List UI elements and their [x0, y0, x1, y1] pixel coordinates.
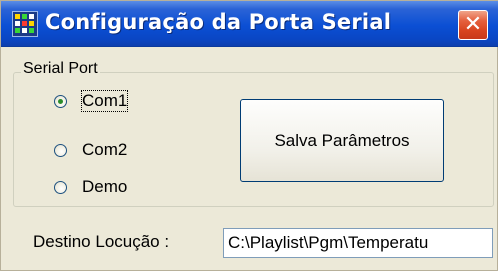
close-button[interactable]: ✕: [458, 10, 488, 40]
radio-com1-indicator[interactable]: [54, 94, 67, 108]
window-title: Configuração da Porta Serial: [45, 10, 392, 34]
radio-com2[interactable]: Com2: [54, 140, 127, 160]
title-bar[interactable]: Configuração da Porta Serial ✕: [1, 1, 498, 47]
app-grid-icon: [12, 11, 38, 37]
save-parameters-label: Salva Parâmetros: [274, 130, 410, 150]
close-icon: ✕: [463, 12, 483, 37]
serial-port-group-label: Serial Port: [21, 60, 100, 78]
save-parameters-button[interactable]: Salva Parâmetros: [240, 99, 444, 182]
destination-input[interactable]: [223, 228, 493, 258]
config-dialog: Configuração da Porta Serial ✕ Serial Po…: [0, 0, 498, 271]
radio-demo-label[interactable]: Demo: [82, 177, 127, 197]
destination-label: Destino Locução :: [33, 232, 170, 251]
radio-demo[interactable]: Demo: [54, 177, 127, 197]
radio-demo-indicator[interactable]: [54, 180, 67, 194]
radio-com2-indicator[interactable]: [54, 143, 67, 157]
radio-com2-label[interactable]: Com2: [82, 140, 127, 160]
radio-com1-label[interactable]: Com1: [80, 90, 129, 112]
radio-com1[interactable]: Com1: [54, 90, 129, 112]
